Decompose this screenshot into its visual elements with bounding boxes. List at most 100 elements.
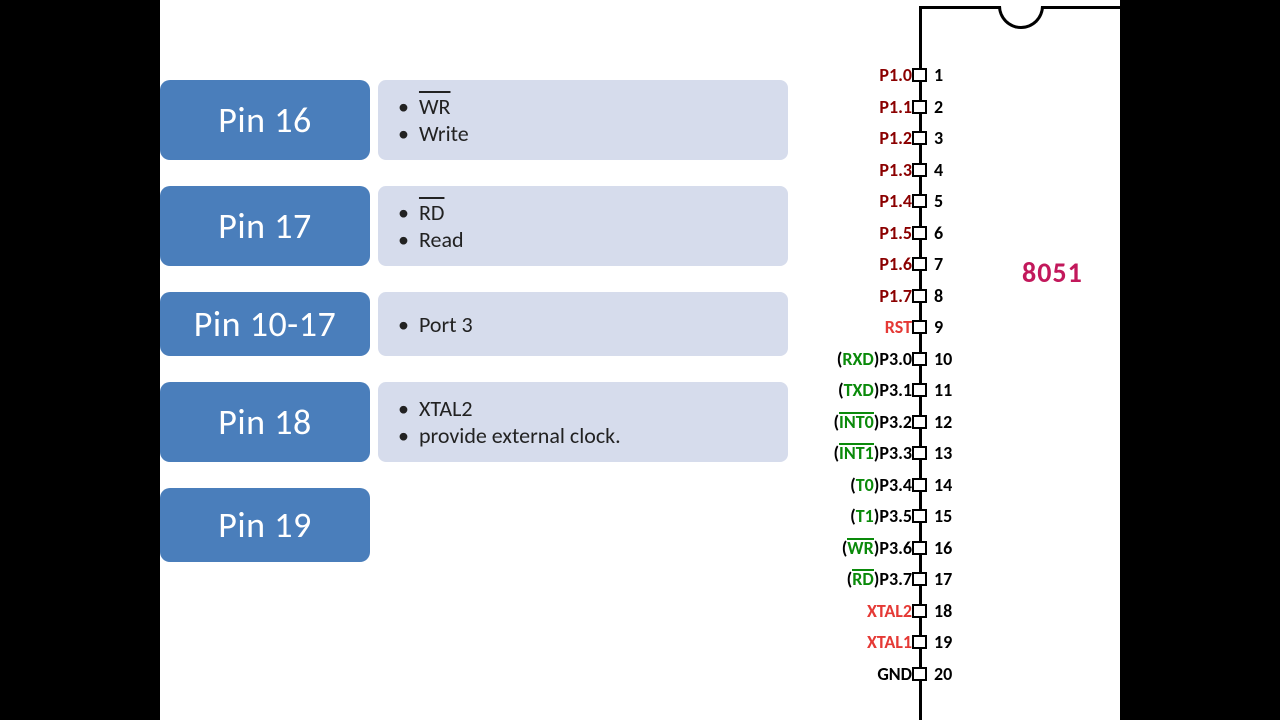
ic-pin-row: (INT0)P3.212 xyxy=(750,407,1000,439)
ic-pin-box-icon xyxy=(912,163,927,177)
ic-pin-box-icon xyxy=(912,289,927,303)
ic-pin-number: 9 xyxy=(934,312,943,344)
ic-pin-label: (RD)P3.7 xyxy=(847,564,912,596)
pin-badge: Pin 19 xyxy=(160,488,370,562)
ic-pin-label: P1.6 xyxy=(879,249,912,281)
pin-badge: Pin 17 xyxy=(160,186,370,266)
ic-pin-box-icon xyxy=(912,572,927,586)
pin-desc-item: Write xyxy=(398,120,772,147)
ic-pin-box-icon xyxy=(912,226,927,240)
ic-pin-box-icon xyxy=(912,383,927,397)
ic-pin-box-icon xyxy=(912,478,927,492)
ic-pin-label: P1.7 xyxy=(879,281,912,313)
ic-pin-row: P1.6 7 xyxy=(750,249,1000,281)
ic-pin-box-icon xyxy=(912,257,927,271)
pin-desc: RDRead xyxy=(378,186,788,266)
pin-row: Pin 19 xyxy=(160,488,370,562)
ic-pin-row: XTAL1 19 xyxy=(750,627,1000,659)
ic-pin-number: 6 xyxy=(934,218,943,250)
ic-pin-number: 13 xyxy=(934,438,952,470)
ic-pin-row: (INT1)P3.3 13 xyxy=(750,438,1000,470)
ic-pin-row: P1.4 5 xyxy=(750,186,1000,218)
ic-pin-box-icon xyxy=(912,352,927,366)
ic-pin-label: P1.0 xyxy=(879,60,912,92)
ic-pin-number: 17 xyxy=(934,564,952,596)
ic-pin-number: 3 xyxy=(934,123,943,155)
ic-pin-row: P1.0 1 xyxy=(750,60,1000,92)
ic-pin-box-icon xyxy=(912,446,927,460)
ic-pin-number: 8 xyxy=(934,281,943,313)
ic-pin-row: (RXD)P3.0 10 xyxy=(750,344,1000,376)
ic-pin-box-icon xyxy=(912,131,927,145)
ic-pin-number: 14 xyxy=(934,470,952,502)
ic-diagram: 8051 P1.0 1P1.12P1.2 3 P1.3 4 P1.4 5 P1.5 6 P1.6 7… xyxy=(750,0,1120,720)
ic-pin-number: 16 xyxy=(934,533,952,565)
ic-pin-box-icon xyxy=(912,68,927,82)
ic-pin-box-icon xyxy=(912,509,927,523)
chip-name-label: 8051 xyxy=(1022,255,1083,290)
ic-pin-row: P1.12 xyxy=(750,92,1000,124)
ic-pin-row: XTAL2 18 xyxy=(750,596,1000,628)
ic-pin-number: 4 xyxy=(934,155,943,187)
ic-pin-row: P1.5 6 xyxy=(750,218,1000,250)
ic-pin-label: XTAL2 xyxy=(867,596,912,628)
pin-badge: Pin 18 xyxy=(160,382,370,462)
ic-pin-row: RST 9 xyxy=(750,312,1000,344)
chip-notch-icon xyxy=(998,6,1044,29)
pin-badge: Pin 16 xyxy=(160,80,370,160)
ic-pin-label: (T0)P3.4 xyxy=(850,470,912,502)
pin-row: Pin 10-17Port 3 xyxy=(160,292,788,356)
ic-pin-label: (TXD)P3.1 xyxy=(838,375,912,407)
pin-desc: XTAL2provide external clock. xyxy=(378,382,788,462)
ic-pin-label: GND xyxy=(877,659,912,691)
ic-pin-label: P1.3 xyxy=(879,155,912,187)
pin-row: Pin 17RDRead xyxy=(160,186,788,266)
ic-pin-number: 2 xyxy=(934,92,943,124)
ic-pin-label: P1.5 xyxy=(879,218,912,250)
ic-pin-number: 11 xyxy=(934,375,952,407)
ic-pin-box-icon xyxy=(912,635,927,649)
ic-pin-number: 1 xyxy=(934,60,943,92)
ic-pin-box-icon xyxy=(912,604,927,618)
ic-pin-number: 18 xyxy=(934,596,952,628)
ic-pin-box-icon xyxy=(912,541,927,555)
pin-column-left: P1.0 1P1.12P1.2 3 P1.3 4 P1.4 5 P1.5 6 P1.6 7 P1.7 8… xyxy=(750,60,1000,690)
pin-desc-item: WR xyxy=(398,93,772,120)
pin-desc-item: RD xyxy=(398,199,772,226)
ic-pin-label: P1.4 xyxy=(879,186,912,218)
ic-pin-label: (T1)P3.5 xyxy=(850,501,912,533)
ic-pin-number: 15 xyxy=(934,501,952,533)
ic-pin-row: (RD)P3.7 17 xyxy=(750,564,1000,596)
ic-pin-row: (TXD)P3.1 11 xyxy=(750,375,1000,407)
ic-pin-box-icon xyxy=(912,415,927,429)
ic-pin-box-icon xyxy=(912,667,927,681)
pin-desc: Port 3 xyxy=(378,292,788,356)
ic-pin-number: 19 xyxy=(934,627,952,659)
ic-pin-row: (T1)P3.5 15 xyxy=(750,501,1000,533)
ic-pin-number: 7 xyxy=(934,249,943,281)
pin-desc-item: XTAL2 xyxy=(398,395,772,422)
ic-pin-row: GND 20 xyxy=(750,659,1000,691)
ic-pin-box-icon xyxy=(912,194,927,208)
ic-pin-label: (RXD)P3.0 xyxy=(837,344,912,376)
ic-pin-number: 10 xyxy=(934,344,952,376)
ic-pin-row: (WR)P3.6 16 xyxy=(750,533,1000,565)
ic-pin-label: (INT0)P3.2 xyxy=(833,407,912,439)
ic-pin-label: (WR)P3.6 xyxy=(842,533,912,565)
ic-pin-label: P1.2 xyxy=(879,123,912,155)
ic-pin-row: P1.2 3 xyxy=(750,123,1000,155)
pin-desc-item: Read xyxy=(398,226,772,253)
ic-pin-label: (INT1)P3.3 xyxy=(833,438,912,470)
ic-pin-row: (T0)P3.4 14 xyxy=(750,470,1000,502)
pin-desc-item: provide external clock. xyxy=(398,422,772,449)
pin-desc-item: Port 3 xyxy=(398,311,772,338)
ic-pin-box-icon xyxy=(912,320,927,334)
ic-pin-row: P1.7 8 xyxy=(750,281,1000,313)
ic-pin-label: XTAL1 xyxy=(867,627,912,659)
slide-stage: Pin 16WRWritePin 17RDReadPin 10-17Port 3… xyxy=(160,0,1120,720)
ic-pin-number: 5 xyxy=(934,186,943,218)
ic-pin-label: RST xyxy=(885,312,912,344)
ic-pin-box-icon xyxy=(912,100,927,114)
pin-row: Pin 18XTAL2provide external clock. xyxy=(160,382,788,462)
ic-pin-number: 20 xyxy=(934,659,952,691)
